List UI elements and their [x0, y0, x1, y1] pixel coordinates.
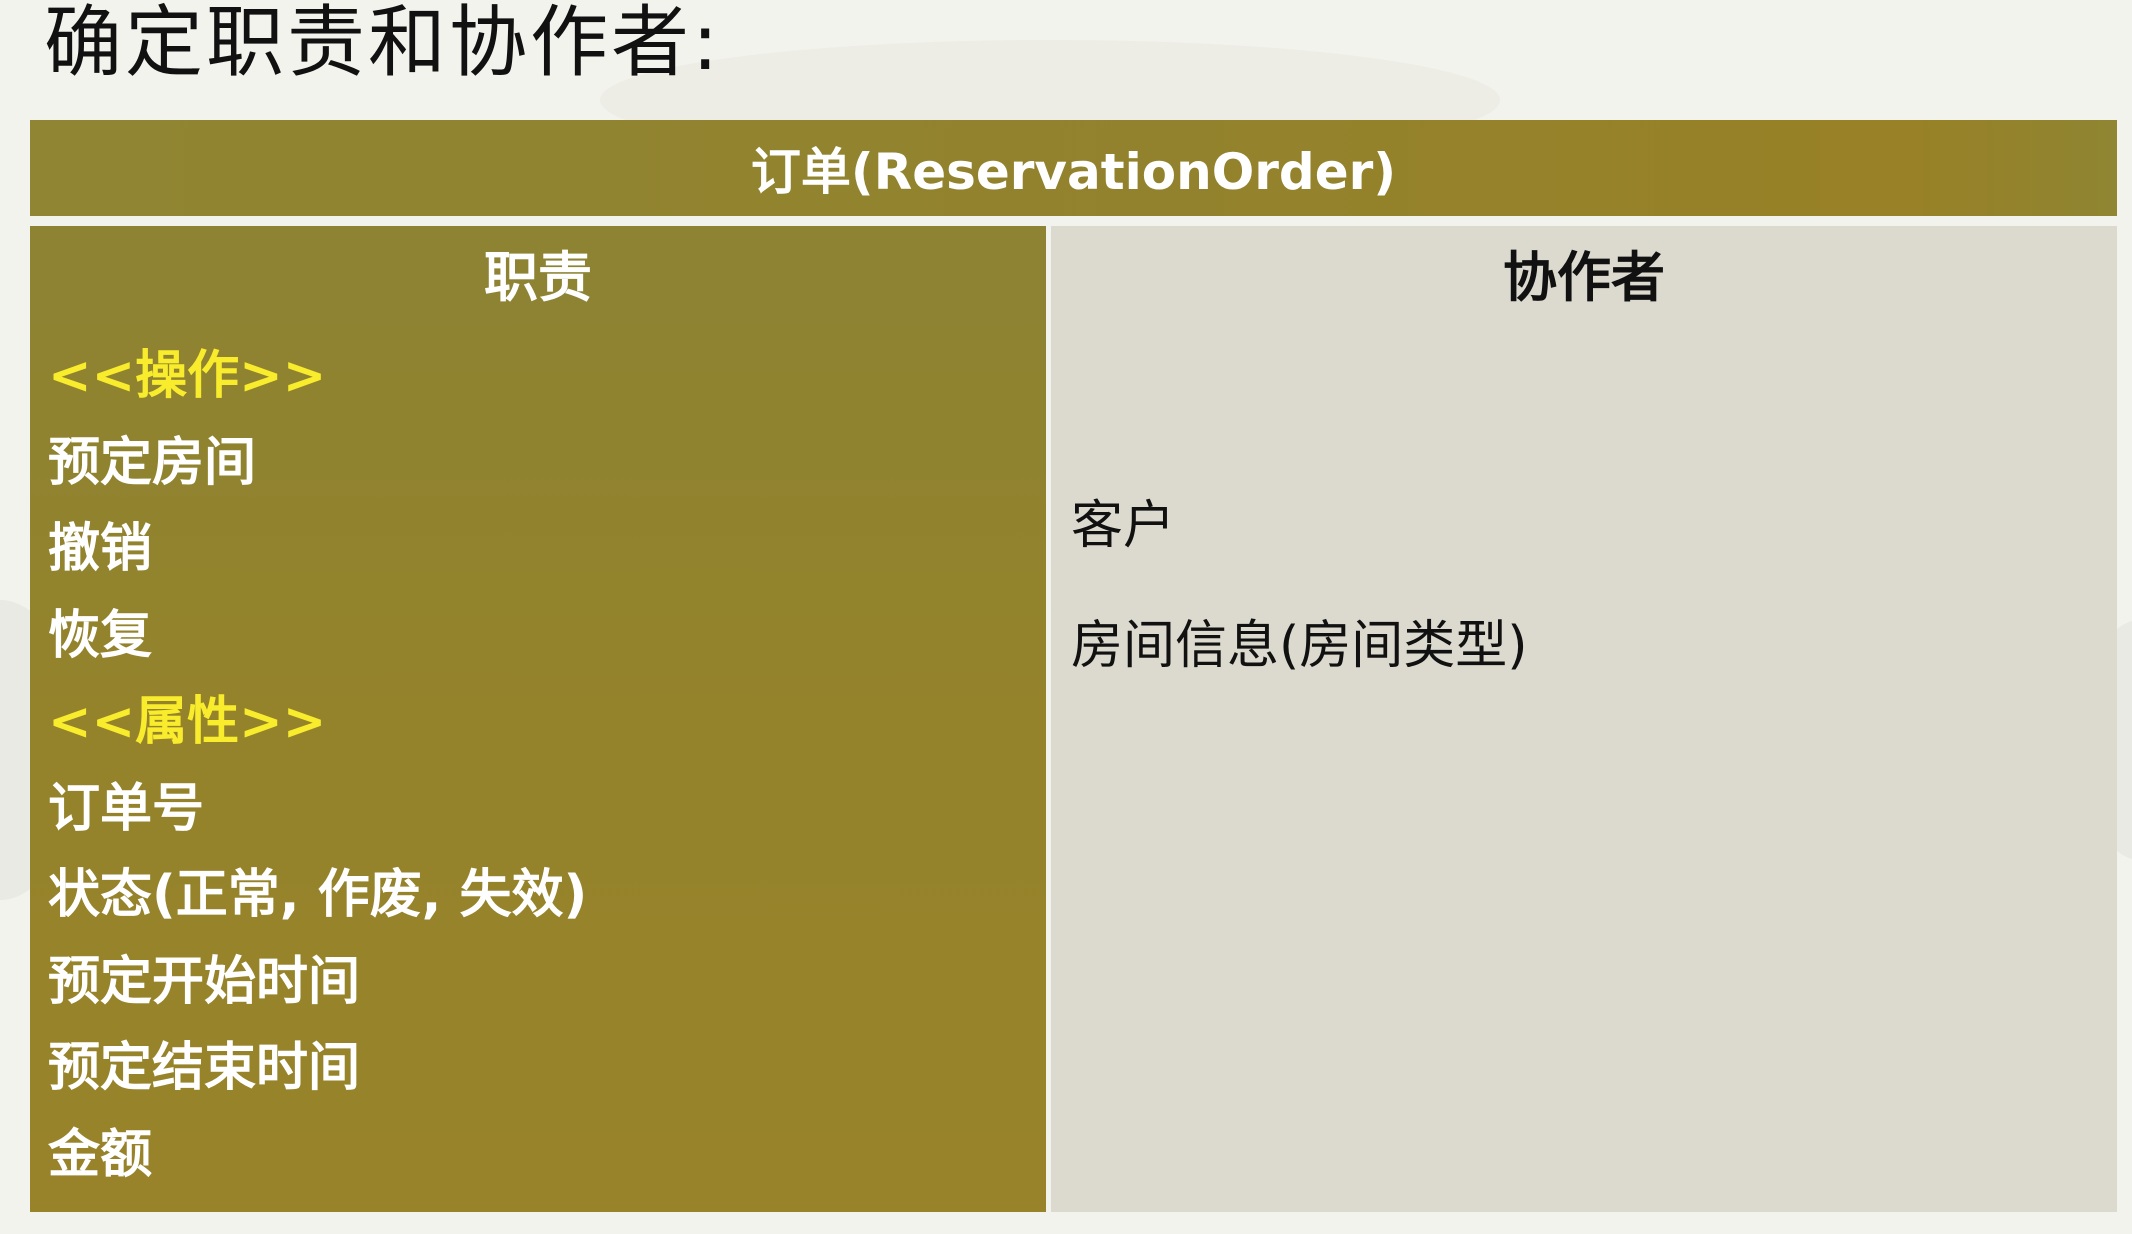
responsibility-item: 金额 [48, 1124, 153, 1185]
crc-card: 订单(ReservationOrder) 职责 <<操作>> 预定房间 撤销 恢复 <<… [30, 120, 2117, 1212]
section-label: <<属性>> [48, 692, 327, 752]
page-title: 确定职责和协作者: [44, 0, 722, 88]
responsibility-item: 撤销 [48, 519, 153, 579]
responsibility-item: 预定结束时间 [48, 1038, 361, 1098]
responsibility-item: 恢复 [48, 605, 153, 666]
responsibility-item: 预定开始时间 [48, 951, 361, 1012]
collaborators-column: 协作者 客户房间信息(房间类型) [1051, 226, 2117, 1212]
collaborators-header: 协作者 [1503, 246, 1665, 309]
responsibility-item: 状态(正常, 作废, 失效) [48, 865, 588, 925]
section-label: <<操作>> [48, 346, 327, 406]
collaborators-list: 客户房间信息(房间类型) [1071, 466, 1528, 706]
responsibilities-column: 职责 <<操作>> 预定房间撤销恢复 <<属性>> 订单号状态(正常, 作废, 失效)… [30, 226, 1046, 1212]
responsibilities-header: 职责 [484, 246, 592, 309]
responsibility-item: 预定房间 [48, 432, 257, 493]
collaborator-item: 客户 [1071, 496, 1176, 556]
responsibilities-list: <<操作>> 预定房间撤销恢复 <<属性>> 订单号状态(正常, 作废, 失效) 预定开… [48, 333, 587, 1198]
class-title: 订单(ReservationOrder) [30, 120, 2117, 216]
responsibility-item: 订单号 [48, 778, 205, 839]
collaborator-item: 房间信息(房间类型) [1071, 616, 1528, 676]
